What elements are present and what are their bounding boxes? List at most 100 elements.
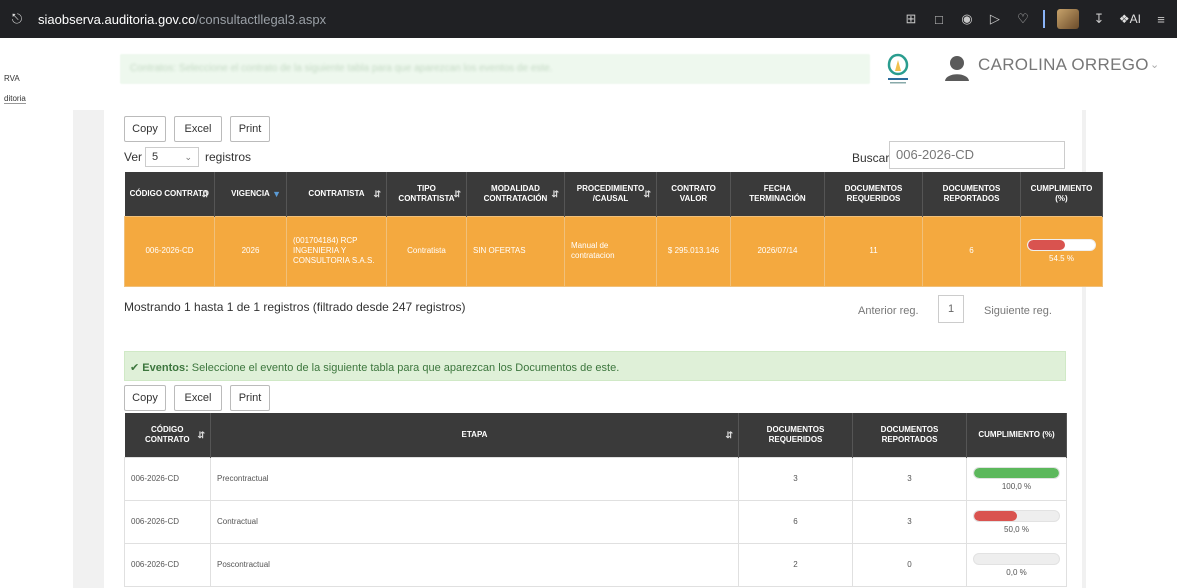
search-input[interactable]: 006-2026-CD: [889, 141, 1065, 169]
col-header-reportados[interactable]: DOCUMENTOS REPORTADOS: [852, 413, 967, 457]
browser-toolbar: ⊞ □ ◉ ▷ ♡ ↧ ❖AI ≡: [903, 0, 1169, 38]
user-name[interactable]: CAROLINA ORREGO: [978, 55, 1149, 75]
table-header-row: CÓDIGO CONTRATO ⇵ VIGENCIA ▼ CONTRATISTA ⇵ …: [124, 172, 1103, 216]
length-label: Ver: [124, 150, 143, 164]
cell-requeridos: 11: [824, 215, 923, 287]
cell-vigencia: 2026: [214, 215, 287, 287]
sidebar-brand-subtext: ditoria: [4, 94, 26, 104]
col-header-modalidad[interactable]: MODALIDAD CONTRATACIÓN ⇵: [466, 172, 565, 216]
cell-requeridos: 3: [738, 456, 853, 501]
print-button[interactable]: Print: [230, 385, 270, 411]
ai-button[interactable]: ❖AI: [1119, 12, 1141, 26]
progress-bar: [1027, 238, 1096, 251]
col-header-vigencia[interactable]: VIGENCIA ▼: [214, 172, 287, 216]
col-header-codigo[interactable]: CÓDIGO CONTRATO ⇵: [124, 413, 211, 457]
cell-tipo: Contratista: [386, 215, 467, 287]
progress-label: 0,0 %: [1006, 567, 1027, 577]
sort-icon: ⇵: [551, 188, 559, 199]
cell-codigo[interactable]: 006-2026-CD: [124, 542, 211, 587]
col-header-contratista[interactable]: CONTRATISTA ⇵: [286, 172, 387, 216]
cell-requeridos: 6: [738, 499, 853, 544]
extension-icon[interactable]: [1056, 9, 1079, 29]
page-button-1[interactable]: 1: [938, 295, 964, 323]
progress-fill: [974, 467, 1059, 478]
sort-icon: ⇵: [201, 188, 209, 199]
cell-etapa: Contractual: [210, 499, 739, 544]
progress-bar: [973, 466, 1060, 479]
install-app-icon[interactable]: ⊞: [903, 11, 919, 27]
sidebar-brand-text: RVA: [4, 74, 20, 83]
play-icon[interactable]: ▷: [987, 11, 1003, 27]
progress-fill: [974, 510, 1017, 521]
site-sidebar: RVA ditoria: [0, 38, 30, 588]
chevron-down-icon: ⌄: [184, 152, 192, 162]
browser-address-bar: ⎋ siaobserva.auditoria.gov.co/consultact…: [0, 0, 1177, 38]
download-icon[interactable]: ↧: [1091, 11, 1107, 27]
length-suffix: registros: [205, 150, 252, 164]
cell-reportados: 3: [852, 499, 967, 544]
contraloria-logo: [887, 53, 909, 84]
table-row[interactable]: 006-2026-CD Precontractual 3 3 100,0 %: [124, 456, 1067, 501]
cell-codigo[interactable]: 006-2026-CD: [124, 499, 211, 544]
cell-reportados: 0: [852, 542, 967, 587]
site-info-icon[interactable]: ⎋: [10, 12, 24, 26]
sort-desc-icon: ▼: [272, 188, 281, 199]
sort-icon: ⇵: [725, 429, 733, 440]
col-header-cumplimiento[interactable]: CUMPLIMIENTO (%): [966, 413, 1067, 457]
cell-codigo[interactable]: 006-2026-CD: [124, 456, 211, 501]
cell-cumplimiento: 50,0 %: [966, 499, 1067, 544]
table-row[interactable]: 006-2026-CD Contractual 6 3 50,0 %: [124, 499, 1067, 544]
sort-icon: ⇵: [197, 429, 205, 440]
chevron-down-icon[interactable]: ⌄: [1150, 58, 1159, 71]
search-label: Buscar: [852, 151, 890, 165]
cell-codigo[interactable]: 006-2026-CD: [124, 215, 215, 287]
progress-bar: [973, 509, 1060, 522]
cell-reportados: 6: [922, 215, 1021, 287]
col-header-valor[interactable]: CONTRATO VALOR: [656, 172, 731, 216]
table-header-row: CÓDIGO CONTRATO ⇵ ETAPA ⇵ DOCUMENTOS REQUE…: [124, 413, 1067, 457]
contracts-table: CÓDIGO CONTRATO ⇵ VIGENCIA ▼ CONTRATISTA ⇵ …: [124, 172, 1103, 287]
check-circle-icon: ✔: [130, 362, 140, 374]
progress-bar: [973, 552, 1060, 565]
cell-fecha: 2026/07/14: [730, 215, 825, 287]
cell-valor: $ 295.013.146: [656, 215, 731, 287]
screenshot-icon[interactable]: □: [931, 12, 947, 27]
print-button[interactable]: Print: [230, 116, 270, 142]
col-header-reportados[interactable]: DOCUMENTOS REPORTADOS: [922, 172, 1021, 216]
col-header-codigo[interactable]: CÓDIGO CONTRATO ⇵: [124, 172, 215, 216]
col-header-etapa[interactable]: ETAPA ⇵: [210, 413, 739, 457]
table-row[interactable]: 006-2026-CD Poscontractual 2 0 0,0 %: [124, 542, 1067, 587]
cell-procedimiento: Manual de contratacion: [564, 215, 657, 287]
prev-page-button[interactable]: Anterior reg.: [858, 305, 919, 317]
copy-button[interactable]: Copy: [124, 385, 166, 411]
col-header-tipo[interactable]: TIPO CONTRATISTA ⇵: [386, 172, 467, 216]
cell-requeridos: 2: [738, 542, 853, 587]
next-page-button[interactable]: Siguiente reg.: [984, 305, 1052, 317]
cell-cumplimiento: 100,0 %: [966, 456, 1067, 501]
col-header-procedimiento[interactable]: PROCEDIMIENTO /CAUSAL ⇵: [564, 172, 657, 216]
url-text[interactable]: siaobserva.auditoria.gov.co/consultactll…: [38, 12, 326, 27]
shield-icon[interactable]: ◉: [959, 11, 975, 27]
cell-cumplimiento: 0,0 %: [966, 542, 1067, 587]
excel-button[interactable]: Excel: [174, 116, 222, 142]
heart-icon[interactable]: ♡: [1015, 11, 1031, 27]
excel-button[interactable]: Excel: [174, 385, 222, 411]
cell-cumplimiento: 54.5 %: [1020, 215, 1103, 287]
table-row[interactable]: 006-2026-CD 2026 (001704184) RCP INGENIE…: [124, 215, 1103, 287]
events-table: CÓDIGO CONTRATO ⇵ ETAPA ⇵ DOCUMENTOS REQUE…: [124, 413, 1067, 587]
cell-etapa: Precontractual: [210, 456, 739, 501]
col-header-fecha[interactable]: FECHA TERMINACIÓN: [730, 172, 825, 216]
cell-contratista: (001704184) RCP INGENIERIA Y CONSULTORIA…: [286, 215, 387, 287]
col-header-requeridos[interactable]: DOCUMENTOS REQUERIDOS: [824, 172, 923, 216]
col-header-requeridos[interactable]: DOCUMENTOS REQUERIDOS: [738, 413, 853, 457]
col-header-cumplimiento[interactable]: CUMPLIMIENTO (%): [1020, 172, 1103, 216]
progress-label: 50,0 %: [1004, 524, 1029, 534]
menu-icon[interactable]: ≡: [1153, 12, 1169, 27]
sort-icon: ⇵: [453, 188, 461, 199]
progress-label: 54.5 %: [1049, 253, 1074, 263]
cell-modalidad: SIN OFERTAS: [466, 215, 565, 287]
user-avatar-icon[interactable]: [944, 54, 970, 82]
page-length-select[interactable]: 5 ⌄: [145, 147, 199, 167]
progress-label: 100,0 %: [1001, 481, 1032, 491]
copy-button[interactable]: Copy: [124, 116, 166, 142]
